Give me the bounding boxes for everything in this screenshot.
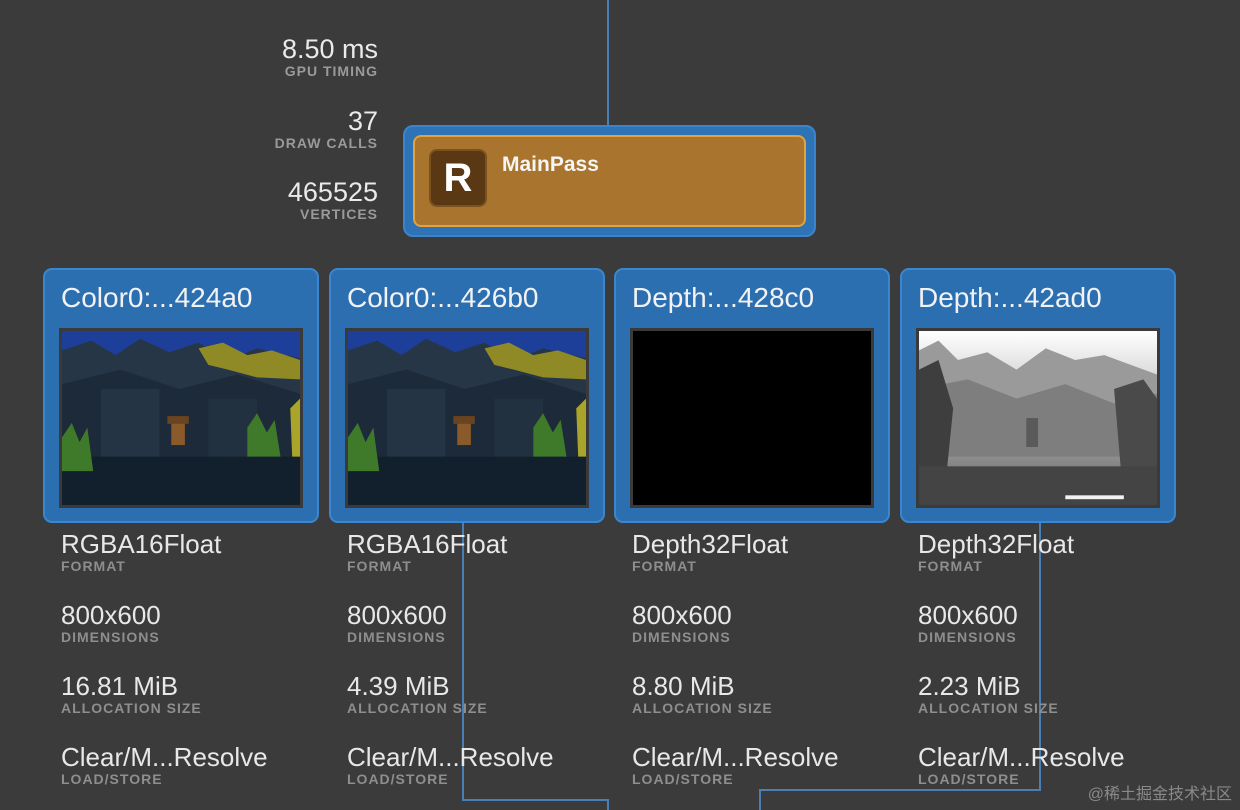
- loadstore-value: Clear/M...Resolve: [61, 742, 268, 772]
- vertices-stat: 465525 VERTICES: [288, 178, 378, 222]
- dimensions-value: 800x600: [347, 600, 447, 630]
- loadstore-field: Clear/M...Resolve LOAD/STORE: [61, 743, 268, 787]
- dimensions-label: DIMENSIONS: [61, 629, 160, 645]
- dimensions-field: 800x600 DIMENSIONS: [918, 601, 1018, 645]
- format-label: FORMAT: [61, 558, 126, 574]
- format-field: RGBA16Float FORMAT: [61, 530, 221, 574]
- gpu-timing-value: 8.50 ms: [281, 34, 378, 64]
- loadstore-value: Clear/M...Resolve: [632, 742, 839, 772]
- vertices-label: VERTICES: [299, 206, 378, 222]
- loadstore-label: LOAD/STORE: [632, 771, 734, 787]
- gpu-timing-label: GPU TIMING: [284, 63, 378, 79]
- vertices-value: 465525: [287, 177, 378, 207]
- draw-calls-value: 37: [347, 106, 378, 136]
- attachment-depth-428c0: Depth:...428c0 Depth32Float FORMAT 800x6…: [614, 268, 890, 787]
- attachment-card[interactable]: Depth:...42ad0: [900, 268, 1176, 523]
- format-value: RGBA16Float: [347, 529, 508, 559]
- loadstore-field: Clear/M...Resolve LOAD/STORE: [632, 743, 839, 787]
- attachment-title: Depth:...428c0: [632, 282, 815, 313]
- attachment-depth-42ad0: Depth:...42ad0 Depth32Float FORMAT 800x6…: [900, 268, 1176, 787]
- allocation-label: ALLOCATION SIZE: [918, 700, 1059, 716]
- format-label: FORMAT: [347, 558, 412, 574]
- allocation-label: ALLOCATION SIZE: [347, 700, 488, 716]
- format-value: Depth32Float: [918, 529, 1075, 559]
- allocation-value: 8.80 MiB: [632, 671, 735, 701]
- dimensions-label: DIMENSIONS: [632, 629, 731, 645]
- format-field: RGBA16Float FORMAT: [347, 530, 507, 574]
- format-label: FORMAT: [918, 558, 983, 574]
- format-label: FORMAT: [632, 558, 697, 574]
- loadstore-label: LOAD/STORE: [347, 771, 449, 787]
- format-field: Depth32Float FORMAT: [632, 530, 788, 574]
- depth-texture-thumbnail[interactable]: [916, 328, 1160, 508]
- dimensions-field: 800x600 DIMENSIONS: [632, 601, 732, 645]
- attachment-color0-424a0: Color0:...424a0 RGBA16Float FORMAT 800x6…: [43, 268, 319, 787]
- allocation-value: 2.23 MiB: [918, 671, 1021, 701]
- dimensions-label: DIMENSIONS: [918, 629, 1017, 645]
- loadstore-label: LOAD/STORE: [61, 771, 163, 787]
- attachment-title: Depth:...42ad0: [918, 282, 1102, 313]
- loadstore-field: Clear/M...Resolve LOAD/STORE: [347, 743, 554, 787]
- allocation-field: 8.80 MiB ALLOCATION SIZE: [632, 672, 773, 716]
- format-value: RGBA16Float: [61, 529, 222, 559]
- loadstore-value: Clear/M...Resolve: [918, 742, 1125, 772]
- format-value: Depth32Float: [632, 529, 789, 559]
- attachment-card[interactable]: Color0:...426b0: [329, 268, 605, 523]
- render-pass-node[interactable]: R MainPass: [403, 125, 816, 237]
- allocation-field: 4.39 MiB ALLOCATION SIZE: [347, 672, 488, 716]
- color-texture-thumbnail[interactable]: [59, 328, 303, 508]
- draw-calls-stat: 37 DRAW CALLS: [275, 107, 378, 151]
- allocation-field: 2.23 MiB ALLOCATION SIZE: [918, 672, 1059, 716]
- dimensions-value: 800x600: [918, 600, 1018, 630]
- attachment-card[interactable]: Depth:...428c0: [614, 268, 890, 523]
- attachment-color0-426b0: Color0:...426b0 RGBA16Float FORMAT 800x6…: [329, 268, 605, 787]
- dimensions-value: 800x600: [61, 600, 161, 630]
- render-pass-body: R MainPass: [413, 135, 806, 227]
- allocation-value: 4.39 MiB: [347, 671, 450, 701]
- dimensions-label: DIMENSIONS: [347, 629, 446, 645]
- attachment-title: Color0:...424a0: [61, 282, 253, 313]
- render-pass-name: MainPass: [502, 153, 599, 176]
- depth-texture-thumbnail[interactable]: [630, 328, 874, 508]
- dimensions-field: 800x600 DIMENSIONS: [61, 601, 161, 645]
- loadstore-value: Clear/M...Resolve: [347, 742, 554, 772]
- draw-calls-label: DRAW CALLS: [274, 135, 378, 151]
- dimensions-field: 800x600 DIMENSIONS: [347, 601, 447, 645]
- color-texture-thumbnail[interactable]: [345, 328, 589, 508]
- attachment-card[interactable]: Color0:...424a0: [43, 268, 319, 523]
- gpu-timing-stat: 8.50 ms GPU TIMING: [282, 35, 378, 79]
- allocation-label: ALLOCATION SIZE: [61, 700, 202, 716]
- dimensions-value: 800x600: [632, 600, 732, 630]
- format-field: Depth32Float FORMAT: [918, 530, 1074, 574]
- allocation-value: 16.81 MiB: [61, 671, 179, 701]
- watermark: @稀土掘金技术社区: [1087, 786, 1232, 803]
- allocation-field: 16.81 MiB ALLOCATION SIZE: [61, 672, 202, 716]
- attachment-title: Color0:...426b0: [347, 282, 539, 313]
- allocation-label: ALLOCATION SIZE: [632, 700, 773, 716]
- render-pass-icon: R: [429, 149, 487, 207]
